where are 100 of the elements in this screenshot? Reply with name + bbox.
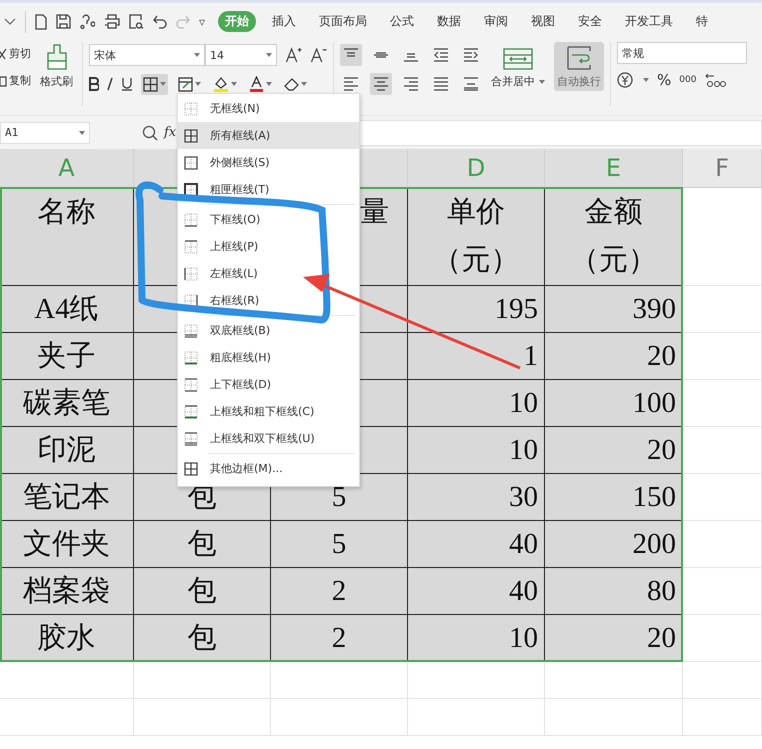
border-icon [184, 156, 198, 170]
wrap-text-button[interactable]: 自动换行 [554, 42, 604, 91]
wrap-text-icon [567, 46, 591, 70]
table-cell: 40 [408, 568, 545, 615]
align-lines-icon [463, 48, 479, 62]
table-cell: 20 [545, 427, 683, 474]
ribbon-tab[interactable]: 审阅 [477, 11, 516, 32]
cut-button[interactable]: 剪切 [0, 46, 31, 61]
ribbon-tab[interactable]: 插入 [265, 11, 304, 32]
align-lines-icon [433, 77, 449, 91]
font-color-icon [249, 76, 264, 92]
table-cell: 印泥 [0, 427, 134, 474]
caret-icon [79, 130, 85, 134]
name-box[interactable]: A1 [0, 122, 90, 144]
copy-button[interactable]: 复制 [0, 73, 31, 88]
caret-icon [160, 82, 166, 86]
table-cell: 名称 [0, 188, 134, 286]
menu-item[interactable]: 粗底框线(H) [178, 344, 359, 371]
font-size-field[interactable]: 14 [205, 44, 277, 66]
zoom-icon[interactable] [142, 124, 158, 140]
caret-icon [301, 82, 307, 86]
border-icon [184, 350, 198, 364]
border-icon [184, 404, 198, 418]
menu-item[interactable]: 右框线(R) [178, 287, 359, 314]
menu-item[interactable]: 上框线和粗下框线(C) [178, 398, 359, 425]
percent-button[interactable]: % [657, 71, 672, 89]
borders-icon [143, 76, 158, 92]
align-lines-icon [373, 77, 389, 91]
ribbon-tab[interactable]: 页面布局 [312, 11, 374, 32]
font-color-button[interactable] [247, 73, 274, 95]
table-cell: 包 [134, 615, 271, 662]
scissors-icon [0, 48, 7, 60]
new-file-icon[interactable] [35, 14, 47, 30]
align-center-button[interactable] [370, 73, 392, 95]
undo-icon[interactable] [153, 14, 167, 28]
border-icon [184, 182, 198, 196]
border-icon [184, 102, 198, 116]
menu-item[interactable]: 所有框线(A) [178, 122, 359, 149]
align-top-button[interactable] [340, 44, 362, 66]
column-header[interactable]: F [683, 149, 762, 188]
font-name-field[interactable]: 宋体 [89, 44, 205, 66]
menu-item[interactable]: 外侧框线(S) [178, 149, 359, 176]
print-preview-icon[interactable] [129, 14, 144, 29]
caret-icon [539, 80, 545, 84]
border-icon [184, 432, 198, 446]
align-lines-icon [463, 77, 479, 91]
menu-item[interactable]: 双底框线(B) [178, 317, 359, 344]
eraser-icon [284, 78, 299, 90]
border-icon [184, 324, 198, 338]
table-cell: 包 [134, 568, 271, 615]
align-lines-icon [403, 77, 419, 91]
number-format-field[interactable]: 常规 [617, 42, 747, 64]
insert-function-button[interactable]: fx [164, 125, 176, 140]
customize-menu-button[interactable]: ▿ [199, 14, 206, 28]
caret-icon [195, 82, 201, 86]
border-icon [184, 128, 198, 142]
increase-font-icon[interactable] [285, 47, 302, 63]
table-cell: 笔记本 [0, 474, 134, 521]
chevron-icon[interactable] [4, 18, 16, 26]
ribbon-tab[interactable]: 特 [689, 11, 716, 32]
ribbon-tab[interactable]: 安全 [571, 11, 610, 32]
table-cell: 200 [545, 521, 683, 568]
underline-icon[interactable] [121, 77, 133, 91]
thousands-button[interactable]: 000 [679, 75, 696, 85]
save-icon[interactable] [56, 14, 71, 29]
table-cell: 30 [408, 474, 545, 521]
table-cell: 文件夹 [0, 521, 134, 568]
table-cell: 390 [545, 286, 683, 333]
italic-icon[interactable] [107, 77, 113, 91]
copy-icon [0, 74, 7, 86]
print-icon[interactable] [104, 14, 120, 29]
table-cell: 10 [408, 380, 545, 427]
decrease-font-icon[interactable] [310, 48, 327, 62]
table-cell: 10 [408, 615, 545, 662]
border-icon [184, 462, 198, 476]
ribbon-tab[interactable]: 数据 [430, 11, 468, 32]
table-cell: 10 [408, 427, 545, 474]
brush-icon [46, 44, 66, 70]
increase-decimal-icon[interactable] [704, 72, 726, 88]
table-cell: 金额（元） [545, 188, 683, 286]
border-icon [184, 378, 198, 392]
ribbon-tab[interactable]: 视图 [524, 11, 562, 32]
merge-center-button[interactable]: 合并居中 [488, 42, 548, 91]
ribbon-tab[interactable]: 公式 [383, 11, 422, 32]
table-edit-icon [178, 76, 193, 92]
ribbon-tab[interactable]: 开发工具 [618, 11, 680, 32]
currency-icon[interactable] [617, 72, 633, 88]
table-cell: 包 [134, 521, 271, 568]
table-cell: 单价（元） [408, 188, 545, 286]
menu-item[interactable]: 上框线和双下框线(U) [178, 425, 359, 452]
bold-icon[interactable] [89, 77, 99, 91]
table-cell: 100 [545, 380, 683, 427]
caret-icon [266, 53, 272, 57]
table-cell: 20 [545, 615, 683, 662]
merge-cells-icon [503, 48, 533, 70]
table-cell: 2 [271, 568, 408, 615]
menu-item[interactable]: 无框线(N) [178, 95, 359, 122]
menu-item[interactable]: 上下框线(D) [178, 371, 359, 398]
borders-button[interactable] [141, 74, 168, 94]
format-painter-button[interactable]: 格式刷 [37, 42, 76, 91]
